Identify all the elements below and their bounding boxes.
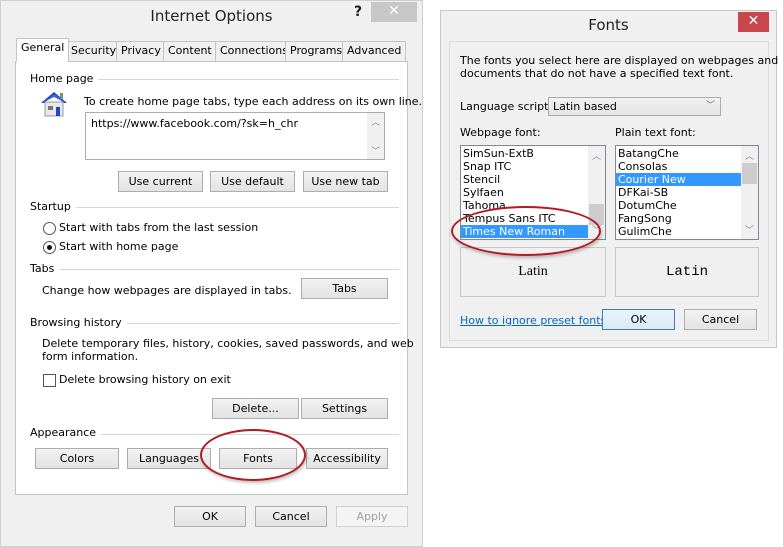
ignore-preset-fonts-link[interactable]: How to ignore preset fonts	[460, 314, 606, 327]
webpage-font-scrollbar[interactable]: ︿ ﹀	[588, 146, 605, 239]
language-script-value: Latin based	[553, 100, 617, 113]
plain-text-font-label: Plain text font:	[615, 126, 696, 139]
font-list-item[interactable]: Courier New	[616, 173, 741, 186]
fonts-ok-button[interactable]: OK	[602, 309, 675, 330]
appearance-label: Appearance	[30, 426, 102, 439]
fonts-dialog-title: Fonts	[588, 16, 629, 34]
scroll-down-icon[interactable]: ﹀	[367, 144, 384, 157]
close-icon: ✕	[388, 3, 400, 19]
fonts-dialog: Fonts ✕ The fonts you select here are di…	[440, 10, 778, 348]
fonts-title-bar[interactable]: Fonts ✕	[441, 11, 776, 43]
language-script-select[interactable]: Latin based ﹀	[548, 97, 721, 116]
cancel-button[interactable]: Cancel	[255, 506, 327, 527]
scroll-up-icon[interactable]: ︿	[588, 149, 605, 162]
webpage-font-label: Webpage font:	[460, 126, 541, 139]
tab-content[interactable]: Content	[163, 41, 217, 61]
close-button[interactable]: ✕	[371, 2, 417, 22]
font-list-item[interactable]: DFKai-SB	[616, 186, 741, 199]
font-list-item[interactable]: Tahoma	[461, 199, 588, 212]
tabs-section-label: Tabs	[30, 262, 60, 275]
close-icon: ✕	[747, 13, 760, 29]
font-list-item[interactable]: DotumChe	[616, 199, 741, 212]
font-list-item[interactable]: Consolas	[616, 160, 741, 173]
tab-security[interactable]: Security	[66, 41, 122, 61]
tabs-description: Change how webpages are displayed in tab…	[42, 284, 292, 297]
divider	[118, 323, 399, 324]
delete-on-exit-label[interactable]: Delete browsing history on exit	[59, 373, 231, 386]
startup-home-page-label[interactable]: Start with home page	[59, 240, 178, 253]
delete-on-exit-checkbox[interactable]	[43, 374, 56, 387]
fonts-cancel-button[interactable]: Cancel	[684, 309, 757, 330]
scroll-up-icon[interactable]: ︿	[741, 149, 758, 162]
startup-last-session-radio[interactable]	[43, 222, 56, 235]
scroll-up-icon[interactable]: ︿	[367, 115, 384, 128]
general-tab-panel: Home page To create home page tabs, type…	[15, 61, 422, 495]
fonts-description-2: documents that do not have a specified t…	[460, 67, 734, 80]
browsing-history-label: Browsing history	[30, 316, 127, 329]
use-default-button[interactable]: Use default	[210, 171, 295, 192]
divider	[96, 434, 399, 435]
webpage-font-preview-text: Latin	[518, 264, 548, 279]
scroll-thumb[interactable]	[742, 163, 757, 184]
fonts-description-1: The fonts you select here are displayed …	[460, 54, 779, 67]
webpage-font-preview: Latin	[460, 247, 606, 297]
tabs-settings-button[interactable]: Tabs	[301, 278, 388, 299]
divider	[60, 269, 399, 270]
font-list-item[interactable]: Stencil	[461, 173, 588, 186]
home-page-label: Home page	[30, 72, 99, 85]
divider	[86, 79, 399, 80]
delete-button[interactable]: Delete...	[212, 398, 299, 419]
font-list-item[interactable]: FangSong	[616, 212, 741, 225]
fonts-close-button[interactable]: ✕	[738, 12, 769, 32]
tab-programs[interactable]: Programs	[285, 41, 348, 61]
use-new-tab-button[interactable]: Use new tab	[303, 171, 388, 192]
startup-home-page-radio[interactable]	[43, 241, 56, 254]
ok-button[interactable]: OK	[174, 506, 246, 527]
apply-button[interactable]: Apply	[336, 506, 408, 527]
history-settings-button[interactable]: Settings	[301, 398, 388, 419]
fonts-dialog-body: The fonts you select here are displayed …	[449, 41, 778, 341]
plain-text-font-preview-text: Latin	[665, 264, 708, 280]
use-current-button[interactable]: Use current	[118, 171, 203, 192]
internet-options-window: Internet Options ? ✕ General Security Pr…	[0, 0, 423, 547]
font-list-item[interactable]: Snap ITC	[461, 160, 588, 173]
tab-advanced[interactable]: Advanced	[342, 41, 407, 61]
accessibility-button[interactable]: Accessibility	[306, 448, 388, 469]
home-page-url-input[interactable]: https://www.facebook.com/?sk=h_chr ︿ ﹀	[85, 112, 385, 160]
scroll-down-icon[interactable]: ﹀	[588, 223, 605, 236]
browsing-history-description-1: Delete temporary files, history, cookies…	[42, 337, 414, 350]
plain-text-font-preview: Latin	[615, 247, 759, 297]
tab-general[interactable]: General	[16, 38, 70, 62]
colors-button[interactable]: Colors	[35, 448, 119, 469]
plain-text-font-scrollbar[interactable]: ︿ ﹀	[741, 146, 758, 239]
languages-button[interactable]: Languages	[127, 448, 211, 469]
home-page-url-value: https://www.facebook.com/?sk=h_chr	[91, 117, 299, 130]
font-list-item[interactable]: Times New Roman	[461, 225, 588, 238]
font-list-item[interactable]: SimSun-ExtB	[461, 147, 588, 160]
title-bar[interactable]: Internet Options ? ✕	[1, 1, 422, 33]
font-list-item[interactable]: Sylfaen	[461, 186, 588, 199]
fonts-button[interactable]: Fonts	[219, 448, 297, 469]
webpage-font-list[interactable]: SimSun-ExtB Snap ITC Stencil Sylfaen Tahoma T…	[460, 145, 606, 240]
house-icon	[38, 88, 68, 118]
divider	[71, 207, 399, 208]
tab-connections[interactable]: Connections	[215, 41, 293, 61]
font-list-item[interactable]: GulimChe	[616, 225, 741, 238]
font-list-item[interactable]: Tempus Sans ITC	[461, 212, 588, 225]
tab-privacy[interactable]: Privacy	[116, 41, 166, 61]
home-page-instructions: To create home page tabs, type each addr…	[84, 95, 423, 108]
startup-label: Startup	[30, 200, 76, 213]
language-script-label: Language script:	[460, 100, 553, 113]
chevron-down-icon: ﹀	[705, 101, 715, 111]
startup-last-session-label[interactable]: Start with tabs from the last session	[59, 221, 258, 234]
scroll-down-icon[interactable]: ﹀	[741, 223, 758, 236]
plain-text-font-list[interactable]: BatangChe Consolas Courier New DFKai-SB Dotu…	[615, 145, 759, 240]
browsing-history-description-2: form information.	[42, 350, 139, 363]
scroll-thumb[interactable]	[589, 204, 604, 225]
help-button[interactable]: ?	[354, 4, 362, 20]
home-page-scrollbar[interactable]: ︿ ﹀	[367, 113, 384, 159]
font-list-item[interactable]: BatangChe	[616, 147, 741, 160]
